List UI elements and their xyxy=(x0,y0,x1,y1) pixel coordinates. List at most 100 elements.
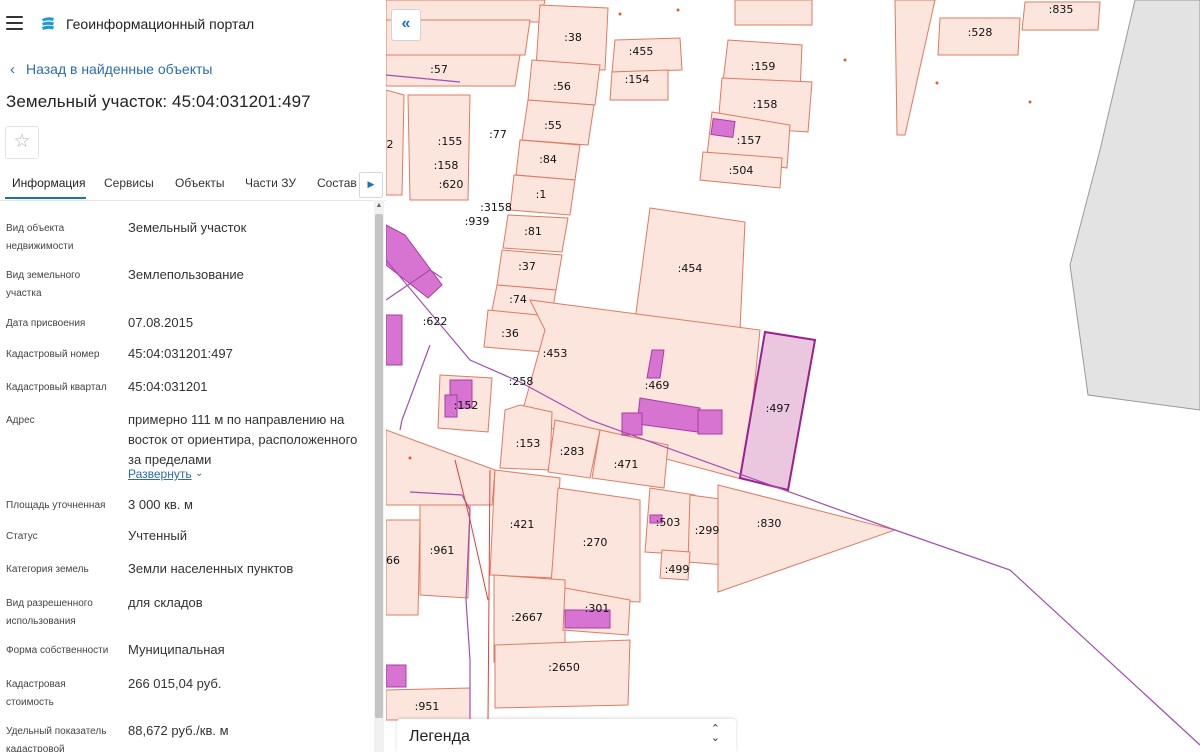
prop-label-permitted-use: Вид разрешенного использования xyxy=(6,598,93,627)
map-canvas[interactable]: :835 :528 :38 :455 :154 :159 :57 :56 :15… xyxy=(386,0,1200,752)
parcels-layer xyxy=(386,0,1101,721)
prop-value-ownership: Муниципальная xyxy=(128,642,225,657)
prop-label-cadastral-number: Кадастровый номер xyxy=(6,349,100,360)
parcel-label[interactable]: :158 xyxy=(753,98,778,111)
parcel-label[interactable]: :504 xyxy=(729,164,754,177)
parcel-label[interactable]: :258 xyxy=(509,375,534,388)
parcel-label[interactable]: :38 xyxy=(564,31,582,44)
double-chevron-left-icon: « xyxy=(401,15,411,32)
parcel-label[interactable]: :301 xyxy=(585,602,610,615)
parcel-label[interactable]: :939 xyxy=(465,215,490,228)
parcel-label[interactable]: :81 xyxy=(524,225,542,238)
favorite-button[interactable]: ☆ xyxy=(5,126,39,159)
prop-label-status: Статус xyxy=(6,531,38,542)
parcel-label[interactable]: :2650 xyxy=(548,661,580,674)
prop-label-address: Адрес xyxy=(6,415,35,426)
info-sidebar: Геоинформационный портал ‹ Назад в найден… xyxy=(0,0,386,752)
parcel-label[interactable]: :77 xyxy=(489,128,507,141)
parcel-label[interactable]: :1 xyxy=(536,188,547,201)
parcel-label[interactable]: :454 xyxy=(678,262,703,275)
parcel-label[interactable]: 66 xyxy=(386,554,400,567)
parcel-label[interactable]: :283 xyxy=(560,445,585,458)
star-icon: ☆ xyxy=(13,131,31,152)
parcel-label[interactable]: :455 xyxy=(629,45,654,58)
parcel-label[interactable]: :453 xyxy=(543,347,568,360)
parcel-label[interactable]: :622 xyxy=(423,315,448,328)
prop-label-area: Площадь уточненная xyxy=(6,500,106,511)
legend-title: Легенда xyxy=(409,728,470,745)
parcel-label[interactable]: :74 xyxy=(509,293,527,306)
parcel-label[interactable]: :157 xyxy=(737,134,762,147)
parcel-label[interactable]: :37 xyxy=(518,260,536,273)
prop-value-address: примерно 111 м по направлению на восток … xyxy=(128,412,358,467)
cadastral-map[interactable]: :835 :528 :38 :455 :154 :159 :57 :56 :15… xyxy=(386,0,1200,752)
parcel-label[interactable]: :961 xyxy=(430,544,455,557)
parcel-label[interactable]: :499 xyxy=(665,563,690,576)
parcel-label[interactable]: :159 xyxy=(751,60,776,73)
tab-information[interactable]: Информация xyxy=(12,176,85,190)
tab-composition[interactable]: Состав xyxy=(317,176,357,190)
back-link[interactable]: ‹ Назад в найденные объекты xyxy=(10,61,212,78)
parcel-label[interactable]: :503 xyxy=(656,516,681,529)
prop-value-permitted-use: для складов xyxy=(128,595,203,610)
parcel-label[interactable]: :299 xyxy=(695,524,720,537)
prop-value-object-type: Земельный участок xyxy=(128,220,247,235)
prop-label-land-category: Категория земель xyxy=(6,564,89,575)
prop-value-cadastral-block: 45:04:031201 xyxy=(128,379,208,394)
prop-value-area: 3 000 кв. м xyxy=(128,497,193,512)
properties-list: Вид объекта недвижимости Земельный участ… xyxy=(0,205,372,752)
parcel-label[interactable]: :153 xyxy=(516,437,541,450)
parcel-label[interactable]: :620 xyxy=(439,178,464,191)
parcel-label[interactable]: :830 xyxy=(757,517,782,530)
chevron-down-icon[interactable]: ⌄ xyxy=(195,468,203,479)
parcel-label[interactable]: :2667 xyxy=(511,611,543,624)
tabs-next-button[interactable]: ▶ xyxy=(359,172,383,198)
parcel-label[interactable]: :497 xyxy=(766,402,791,415)
expand-address-link[interactable]: Развернуть xyxy=(128,467,192,481)
parcel-label[interactable]: :55 xyxy=(544,119,562,132)
parcel-label[interactable]: :835 xyxy=(1049,3,1074,16)
scroll-thumb[interactable] xyxy=(375,214,383,718)
tab-objects[interactable]: Объекты xyxy=(175,176,225,190)
parcel-label[interactable]: :154 xyxy=(625,73,650,86)
parcel-label[interactable]: :84 xyxy=(539,153,557,166)
parcel-label[interactable]: :951 xyxy=(415,700,440,713)
prop-label-object-type: Вид объекта недвижимости xyxy=(6,223,74,252)
prop-value-status: Учтенный xyxy=(128,528,188,543)
parcel-label[interactable]: :155 xyxy=(438,135,463,148)
prop-value-cadastral-number: 45:04:031201:497 xyxy=(128,346,233,361)
portal-logo-icon xyxy=(42,17,54,30)
prop-value-specific-value: 88,672 руб./кв. м xyxy=(128,723,229,738)
chevron-updown-icon[interactable]: ⌃ ⌄ xyxy=(711,724,720,744)
tab-parts[interactable]: Части ЗУ xyxy=(245,176,296,190)
parcel-label[interactable]: :471 xyxy=(614,458,639,471)
sidebar-scrollbar[interactable]: ▲ xyxy=(374,200,384,752)
chevron-right-icon: ▶ xyxy=(367,179,375,189)
parcel-label[interactable]: :158 xyxy=(434,159,459,172)
hamburger-icon[interactable] xyxy=(6,16,23,30)
back-link-label: Назад в найденные объекты xyxy=(26,61,213,77)
legend-panel[interactable]: Легенда ⌃ ⌄ xyxy=(397,719,736,752)
parcel-label[interactable]: :57 xyxy=(430,63,448,76)
parcel-label[interactable]: :469 xyxy=(645,379,670,392)
parcel-label[interactable]: :421 xyxy=(510,518,535,531)
tab-services[interactable]: Сервисы xyxy=(104,176,154,190)
active-tab-indicator xyxy=(5,197,86,199)
scroll-up-arrow-icon[interactable]: ▲ xyxy=(374,200,384,212)
parcel-label[interactable]: 2 xyxy=(387,138,394,151)
neighbor-area xyxy=(1069,0,1200,411)
prop-label-land-type: Вид земельного участка xyxy=(6,270,81,299)
collapse-sidebar-button[interactable]: « xyxy=(391,9,421,41)
prop-value-land-type: Землепользование xyxy=(128,267,244,282)
prop-label-cadastral-block: Кадастровый квартал xyxy=(6,382,107,393)
parcel-label[interactable]: :3158 xyxy=(480,201,512,214)
parcel-label[interactable]: :152 xyxy=(454,399,479,412)
prop-value-assign-date: 07.08.2015 xyxy=(128,315,194,330)
parcel-label[interactable]: :36 xyxy=(501,327,519,340)
parcel-label[interactable]: :528 xyxy=(968,26,993,39)
prop-value-cadastral-value: 266 015,04 руб. xyxy=(128,676,222,691)
parcel-label[interactable]: :56 xyxy=(553,80,571,93)
prop-label-ownership: Форма собственности xyxy=(6,645,109,656)
object-title: Земельный участок: 45:04:031201:497 xyxy=(6,92,311,111)
parcel-label[interactable]: :270 xyxy=(583,536,608,549)
